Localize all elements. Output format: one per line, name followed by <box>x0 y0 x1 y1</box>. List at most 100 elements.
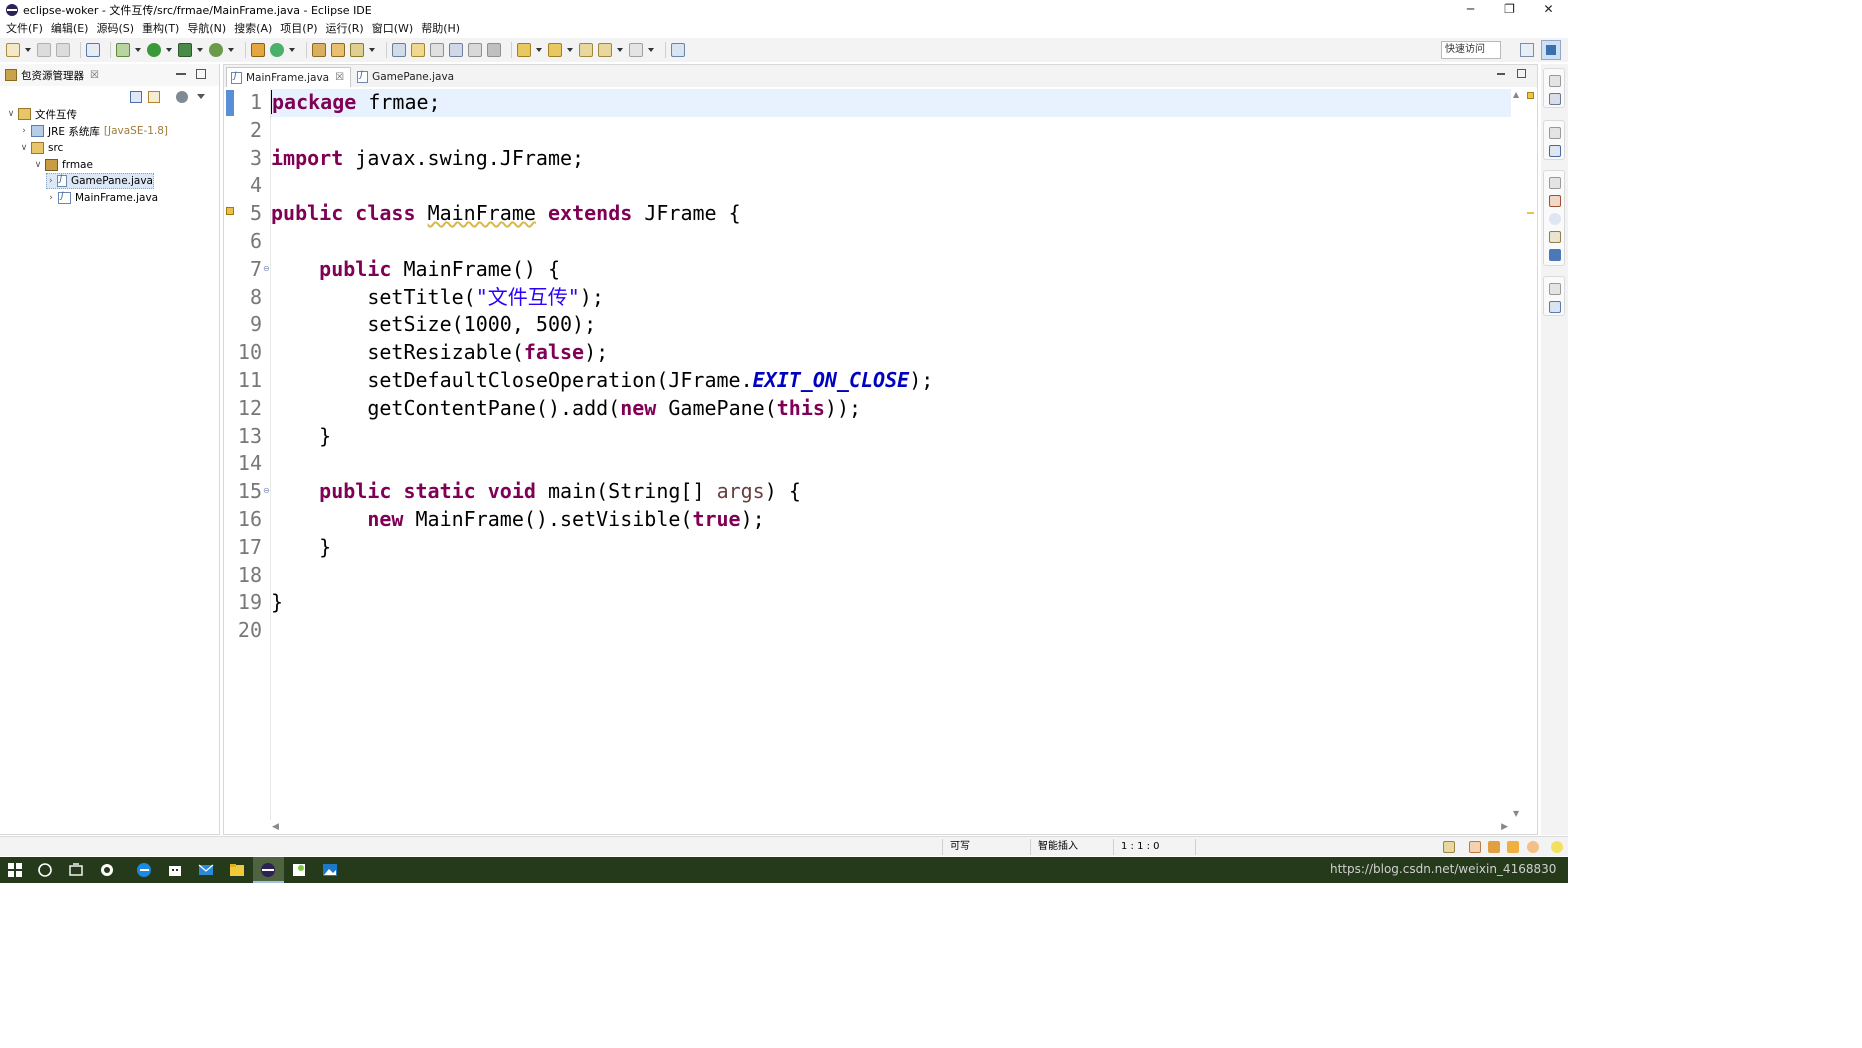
skip-breakpoints-icon[interactable] <box>86 43 100 57</box>
menu-file[interactable]: 文件(F) <box>2 20 47 36</box>
collapse-all-icon[interactable] <box>130 91 142 103</box>
package-explorer-title[interactable]: 包资源管理器 <box>21 68 84 83</box>
restore-stack-icon[interactable] <box>1549 75 1561 87</box>
coverage-dropdown-icon[interactable] <box>197 48 203 52</box>
forward-icon[interactable] <box>629 43 643 57</box>
javadoc-icon[interactable] <box>1549 213 1561 225</box>
show-whitespace-icon[interactable] <box>468 43 482 57</box>
menu-window[interactable]: 窗口(W) <box>368 20 417 36</box>
search-icon[interactable] <box>350 43 364 57</box>
filters-icon[interactable] <box>176 91 188 103</box>
vertical-scrollbar[interactable]: ▲ ▼ <box>1511 88 1523 820</box>
menu-source[interactable]: 源码(S) <box>92 20 138 36</box>
new-dropdown-icon[interactable] <box>25 48 31 52</box>
fold-toggle-icon[interactable]: ⊖ <box>263 486 270 495</box>
edge-browser-icon[interactable] <box>136 862 152 878</box>
save-all-icon[interactable] <box>56 43 70 57</box>
scroll-left-icon[interactable]: ◀ <box>272 822 279 832</box>
close-view-icon[interactable]: ☒ <box>90 70 99 81</box>
menu-refactor[interactable]: 重构(T) <box>138 20 183 36</box>
toggle-breadcrumb-icon[interactable] <box>392 43 406 57</box>
block-selection-icon[interactable] <box>430 43 444 57</box>
warning-icon[interactable] <box>226 207 234 215</box>
menu-edit[interactable]: 编辑(E) <box>47 20 93 36</box>
menu-run[interactable]: 运行(R) <box>322 20 368 36</box>
scroll-up-icon[interactable]: ▲ <box>1513 90 1519 99</box>
code-line[interactable]: public class MainFrame extends JFrame { <box>271 200 741 228</box>
tree-item-mainframe[interactable]: › MainFrame.java <box>46 190 158 206</box>
menu-navigate[interactable]: 导航(N) <box>183 20 230 36</box>
restore-button[interactable]: ❐ <box>1490 0 1529 19</box>
status-insert-mode[interactable]: 智能插入 <box>1032 837 1078 857</box>
app-swirl-icon[interactable] <box>99 862 115 878</box>
previous-annotation-icon[interactable] <box>548 43 562 57</box>
mark-occurrences-icon[interactable] <box>411 43 425 57</box>
scroll-down-icon[interactable]: ▼ <box>1513 809 1519 818</box>
expand-toggle-icon[interactable]: › <box>19 126 29 136</box>
code-line[interactable]: setSize(1000, 500); <box>271 311 596 339</box>
run-icon[interactable] <box>147 43 161 57</box>
external-tools-icon[interactable] <box>209 43 223 57</box>
cortana-search-icon[interactable] <box>37 862 53 878</box>
store-icon[interactable] <box>167 862 183 878</box>
code-line[interactable]: } <box>271 534 331 562</box>
debug-dropdown-icon[interactable] <box>135 48 141 52</box>
quick-access-field[interactable]: 快速访问 <box>1441 41 1501 59</box>
code-line[interactable]: setDefaultCloseOperation(JFrame.EXIT_ON_… <box>271 367 933 395</box>
tree-item-src[interactable]: ∨ src <box>19 140 63 156</box>
open-perspective-icon[interactable] <box>1520 43 1534 57</box>
expand-toggle-icon[interactable]: ∨ <box>33 160 43 170</box>
task-view-icon[interactable] <box>68 862 84 878</box>
code-line[interactable]: public static void main(String[] args) { <box>271 478 801 506</box>
problems-icon[interactable] <box>1549 195 1561 207</box>
tree-item-project[interactable]: ∨ 文件互传 <box>6 106 77 122</box>
problems-summary-icon[interactable] <box>1527 92 1534 99</box>
view-menu-icon[interactable] <box>197 94 205 99</box>
maximize-editor-icon[interactable] <box>1517 69 1526 78</box>
back-icon[interactable] <box>598 43 612 57</box>
close-tab-icon[interactable]: ☒ <box>335 72 344 83</box>
maximize-view-icon[interactable] <box>196 69 206 79</box>
overview-icon[interactable] <box>1469 841 1481 853</box>
declaration-icon[interactable] <box>1549 231 1561 243</box>
pin-editor-icon[interactable] <box>671 43 685 57</box>
forward-dropdown-icon[interactable] <box>648 48 654 52</box>
tree-item-package[interactable]: ∨ frmae <box>33 157 93 173</box>
tab-mainframe[interactable]: MainFrame.java ☒ <box>226 67 352 87</box>
debug-icon[interactable] <box>116 43 130 57</box>
previous-annotation-dropdown-icon[interactable] <box>567 48 573 52</box>
java-perspective-icon[interactable] <box>1541 40 1561 60</box>
source-text[interactable]: package frmae; import javax.swing.JFrame;… <box>270 88 1511 820</box>
code-line[interactable]: } <box>271 423 331 451</box>
search-dropdown-icon[interactable] <box>369 48 375 52</box>
menu-help[interactable]: 帮助(H) <box>417 20 464 36</box>
file-explorer-icon[interactable] <box>229 862 245 878</box>
progress-icon[interactable] <box>1549 301 1561 313</box>
horizontal-scrollbar[interactable]: ◀ ▶ <box>270 822 1510 834</box>
expand-toggle-icon[interactable]: › <box>46 193 56 203</box>
restore-stack-icon[interactable] <box>1549 127 1561 139</box>
photos-icon[interactable] <box>322 862 338 878</box>
tutorials-icon[interactable] <box>1488 841 1500 853</box>
close-window-button[interactable]: ✕ <box>1529 0 1568 19</box>
warning-marker[interactable] <box>1527 212 1534 214</box>
run-dropdown-icon[interactable] <box>166 48 172 52</box>
mail-icon[interactable] <box>198 862 214 878</box>
pilcrow-icon[interactable] <box>487 43 501 57</box>
tree-item-gamepane[interactable]: › GamePane.java <box>46 173 154 189</box>
console-icon[interactable] <box>1549 249 1561 261</box>
status-cursor-position[interactable]: 1 : 1 : 0 <box>1115 837 1160 857</box>
expand-toggle-icon[interactable]: ∨ <box>19 143 29 153</box>
code-area[interactable]: 1 2 3 4 5 6 7 8 9 10 11 12 13 14 15 16 17 18 19 20 ⊖ ⊖ packag… <box>224 88 1537 820</box>
link-with-editor-icon[interactable] <box>148 91 160 103</box>
eclipse-taskbar-icon[interactable] <box>260 862 276 878</box>
tab-gamepane[interactable]: GamePane.java <box>353 67 460 87</box>
minimize-editor-icon[interactable] <box>1497 73 1505 75</box>
outline-icon[interactable] <box>1549 145 1561 157</box>
code-line[interactable]: import javax.swing.JFrame; <box>271 145 584 173</box>
restore-stack-icon[interactable] <box>1549 283 1561 295</box>
new-class-dropdown-icon[interactable] <box>289 48 295 52</box>
open-type-icon[interactable] <box>312 43 326 57</box>
code-line[interactable]: setTitle("文件互传"); <box>271 284 604 312</box>
expand-toggle-icon[interactable]: ∨ <box>6 109 16 119</box>
